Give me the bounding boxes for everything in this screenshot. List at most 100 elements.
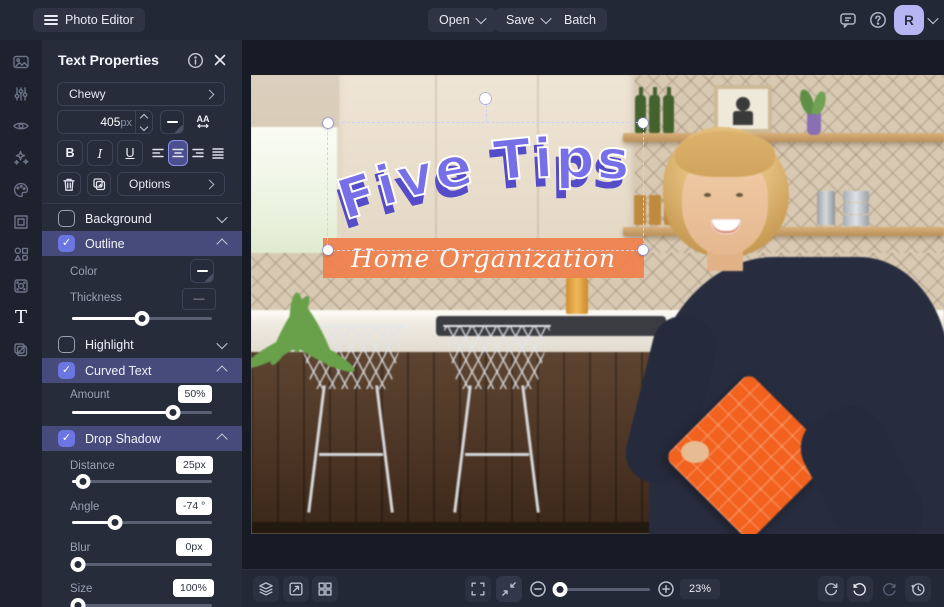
hamburger-icon <box>44 15 58 25</box>
bold-button[interactable]: B <box>57 140 83 166</box>
duplicate-icon[interactable] <box>12 341 30 359</box>
slider-handle[interactable] <box>134 310 150 326</box>
sparkles-icon[interactable] <box>12 149 30 167</box>
fit-screen-icon[interactable] <box>496 576 522 602</box>
distance-value[interactable]: 25px <box>176 456 213 474</box>
zoom-in-icon[interactable] <box>656 579 676 599</box>
feedback-icon[interactable] <box>838 10 858 30</box>
zoom-out-icon[interactable] <box>528 579 548 599</box>
slider-handle[interactable] <box>107 514 123 530</box>
rotate-stem <box>485 104 487 122</box>
curved-text-checkbox[interactable]: ✓ <box>58 362 75 379</box>
chevron-down-icon <box>474 12 487 25</box>
close-icon[interactable] <box>212 52 228 68</box>
section-outline[interactable]: ✓ Outline <box>42 231 242 256</box>
font-size-unit: px <box>120 117 132 129</box>
angle-slider[interactable] <box>72 514 212 530</box>
font-size-stepper[interactable] <box>135 111 152 133</box>
rotate-handle[interactable] <box>480 93 491 104</box>
eye-icon[interactable] <box>12 117 30 135</box>
adjust-icon[interactable] <box>12 85 30 103</box>
duplicate-text-button[interactable] <box>87 172 111 196</box>
text-color-swatch[interactable] <box>160 110 184 134</box>
section-background[interactable]: Background <box>42 206 242 231</box>
photo-canvas[interactable]: Home Organization Five Tips <box>251 75 944 534</box>
redo-icon[interactable] <box>876 576 902 602</box>
outline-color-swatch[interactable] <box>190 259 214 283</box>
font-family-select[interactable]: Chewy <box>57 82 225 106</box>
slider-handle[interactable] <box>165 404 181 420</box>
underline-button[interactable]: U <box>117 140 143 166</box>
canvas-resize-icon[interactable] <box>283 576 309 602</box>
selection-handle-se[interactable] <box>638 245 648 255</box>
open-button[interactable]: Open <box>428 8 496 32</box>
texture-icon[interactable] <box>12 277 30 295</box>
thickness-value[interactable]: — <box>182 288 216 310</box>
delete-text-button[interactable] <box>57 172 81 196</box>
font-family-value: Chewy <box>69 87 106 101</box>
section-drop-shadow[interactable]: ✓ Drop Shadow <box>42 426 242 451</box>
selection-handle-ne[interactable] <box>638 118 648 128</box>
canvas-area: Home Organization Five Tips <box>242 40 944 570</box>
photo-icon[interactable] <box>12 53 30 71</box>
shapes-icon[interactable] <box>12 245 30 263</box>
chevron-down-icon <box>539 12 552 25</box>
drop-shadow-checkbox[interactable]: ✓ <box>58 430 75 447</box>
amount-slider[interactable] <box>72 404 212 420</box>
help-icon[interactable] <box>868 10 888 30</box>
avatar[interactable]: R <box>894 5 924 35</box>
amount-value[interactable]: 50% <box>178 385 212 403</box>
highlight-checkbox[interactable] <box>58 336 75 353</box>
distance-slider[interactable] <box>72 473 212 489</box>
account-chevron-icon[interactable] <box>927 12 939 25</box>
bottom-toolbar: 23% <box>242 569 944 607</box>
save-button[interactable]: Save <box>495 8 561 32</box>
dash-icon <box>196 270 208 272</box>
background-checkbox[interactable] <box>58 210 75 227</box>
italic-button[interactable]: I <box>87 140 113 166</box>
layers-icon[interactable] <box>253 576 279 602</box>
text-tool-icon[interactable]: T <box>12 309 30 327</box>
menu-button[interactable]: Photo Editor <box>33 8 145 32</box>
zoom-level-value[interactable]: 23% <box>680 579 720 599</box>
font-size-input[interactable]: 405px <box>57 110 153 134</box>
options-button[interactable]: Options <box>117 172 225 196</box>
slider-handle[interactable] <box>75 473 91 489</box>
section-curved-text[interactable]: ✓ Curved Text <box>42 358 242 383</box>
palette-icon[interactable] <box>12 181 30 199</box>
size-slider[interactable] <box>70 597 212 607</box>
text-selection-box[interactable] <box>323 93 648 255</box>
font-size-value: 405 <box>100 115 121 129</box>
angle-value[interactable]: -74 ° <box>176 497 213 515</box>
outline-checkbox[interactable]: ✓ <box>58 235 75 252</box>
slider-handle[interactable] <box>552 581 568 597</box>
chevron-up-icon <box>216 364 228 377</box>
align-left-button[interactable] <box>148 140 168 166</box>
history-icon[interactable] <box>905 576 931 602</box>
thickness-slider[interactable] <box>72 310 212 326</box>
align-justify-button[interactable] <box>208 140 228 166</box>
batch-button[interactable]: Batch <box>553 8 607 32</box>
stool <box>443 325 551 515</box>
info-icon[interactable] <box>187 52 204 69</box>
blur-value[interactable]: 0px <box>176 538 212 556</box>
selection-handle-sw[interactable] <box>323 245 333 255</box>
grid-icon[interactable] <box>312 576 338 602</box>
app-title: Photo Editor <box>65 13 134 27</box>
size-value[interactable]: 100% <box>173 579 214 597</box>
reset-icon[interactable] <box>818 576 844 602</box>
blur-slider[interactable] <box>70 556 212 572</box>
slider-handle[interactable] <box>70 597 86 607</box>
section-highlight[interactable]: Highlight <box>42 332 242 357</box>
zoom-slider[interactable] <box>552 581 650 597</box>
letter-spacing-button[interactable]: AA <box>191 110 215 134</box>
selection-handle-nw[interactable] <box>323 118 333 128</box>
tool-rail: T <box>0 40 42 607</box>
frame-icon[interactable] <box>12 213 30 231</box>
align-right-button[interactable] <box>188 140 208 166</box>
slider-handle[interactable] <box>70 556 86 572</box>
undo-icon[interactable] <box>847 576 873 602</box>
distance-label: Distance <box>70 460 115 472</box>
align-center-button[interactable] <box>168 140 188 166</box>
fullscreen-icon[interactable] <box>465 576 491 602</box>
